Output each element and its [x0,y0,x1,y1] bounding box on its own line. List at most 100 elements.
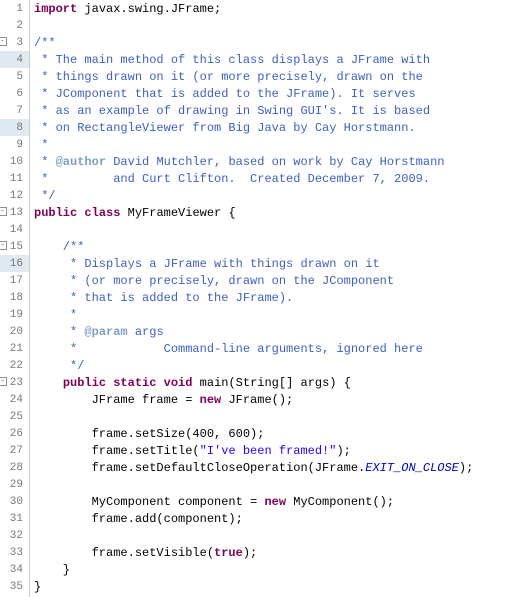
code-token [106,376,113,390]
line-number-text: 24 [10,394,23,406]
code-token: * as an example of drawing in Swing GUI'… [34,104,430,118]
line-number-text: 6 [16,88,23,100]
code-token: * (or more precisely, drawn on the JComp… [34,274,394,288]
fold-toggle-icon[interactable]: - [0,377,7,386]
line-number-text: 25 [10,411,23,423]
code-token: import [34,2,77,16]
code-token: frame.add(component); [34,512,243,526]
line-number-text: 19 [10,309,23,321]
line-number-text: 16 [10,258,23,270]
code-token: args [128,325,164,339]
code-line[interactable]: public class MyFrameViewer { [34,204,519,221]
code-line[interactable]: * Displays a JFrame with things drawn on… [34,255,519,272]
line-number: 26 [0,425,29,442]
code-line[interactable]: * as an example of drawing in Swing GUI'… [34,102,519,119]
line-number: 11 [0,170,29,187]
line-number-text: 31 [10,513,23,525]
code-token [156,376,163,390]
line-number-text: 2 [16,20,23,32]
code-token: public [63,376,106,390]
code-line[interactable] [34,476,519,493]
line-number-text: 5 [16,71,23,83]
line-number-text: 15 [10,241,23,253]
line-number: 3- [0,34,29,51]
fold-toggle-icon[interactable]: - [0,241,7,250]
line-number: 15- [0,238,29,255]
line-number-text: 33 [10,547,23,559]
code-line[interactable]: frame.setSize(400, 600); [34,425,519,442]
line-number-text: 13 [10,207,23,219]
code-token: } [34,563,70,577]
code-line[interactable]: * Command-line arguments, ignored here [34,340,519,357]
code-editor[interactable]: 123-45678910111213-1415-1617181920212223… [0,0,519,597]
line-number: 8 [0,119,29,136]
line-number-text: 18 [10,292,23,304]
code-token: EXIT_ON_CLOSE [365,461,459,475]
line-number: 32 [0,527,29,544]
code-line[interactable]: frame.setTitle("I've been framed!"); [34,442,519,459]
code-line[interactable]: frame.setDefaultCloseOperation(JFrame.EX… [34,459,519,476]
code-area[interactable]: import javax.swing.JFrame; /** * The main… [30,0,519,597]
line-number: 5 [0,68,29,85]
line-number: 18 [0,289,29,306]
line-number: 1 [0,0,29,17]
code-line[interactable] [34,527,519,544]
code-line[interactable] [34,17,519,34]
code-line[interactable]: * @param args [34,323,519,340]
code-line[interactable]: * and Curt Clifton. Created December 7, … [34,170,519,187]
code-line[interactable]: } [34,578,519,595]
code-token: * on RectangleViewer from Big Java by Ca… [34,121,416,135]
code-line[interactable]: import javax.swing.JFrame; [34,0,519,17]
code-line[interactable]: MyComponent component = new MyComponent(… [34,493,519,510]
line-number: 22 [0,357,29,374]
code-token: * that is added to the JFrame). [34,291,293,305]
code-line[interactable]: frame.setVisible(true); [34,544,519,561]
line-number: 27 [0,442,29,459]
code-token: */ [34,189,56,203]
code-line[interactable]: * [34,136,519,153]
line-number-text: 4 [16,54,23,66]
code-line[interactable] [34,221,519,238]
code-line[interactable]: */ [34,357,519,374]
line-number: 31 [0,510,29,527]
code-line[interactable]: * [34,306,519,323]
code-token: /** [34,36,56,50]
fold-toggle-icon[interactable]: - [0,207,7,216]
code-token: true [214,546,243,560]
line-number-text: 8 [16,122,23,134]
code-token: * [34,155,56,169]
code-token: * and Curt Clifton. Created December 7, … [34,172,430,186]
code-token: frame.setTitle( [34,444,200,458]
code-line[interactable]: * things drawn on it (or more precisely,… [34,68,519,85]
line-number-text: 10 [10,156,23,168]
code-line[interactable]: * (or more precisely, drawn on the JComp… [34,272,519,289]
code-token: * Displays a JFrame with things drawn on… [34,257,380,271]
code-line[interactable] [34,408,519,425]
line-number: 23- [0,374,29,391]
code-line[interactable]: * @author David Mutchler, based on work … [34,153,519,170]
code-line[interactable]: * JComponent that is added to the JFrame… [34,85,519,102]
code-token: JFrame(); [221,393,293,407]
code-token: David Mutchler, based on work by Cay Hor… [106,155,444,169]
code-line[interactable]: * on RectangleViewer from Big Java by Ca… [34,119,519,136]
code-line[interactable]: } [34,561,519,578]
code-token: MyComponent component = [34,495,264,509]
code-line[interactable]: /** [34,238,519,255]
code-token: * [34,325,84,339]
line-number: 13- [0,204,29,221]
code-line[interactable]: frame.add(component); [34,510,519,527]
code-line[interactable]: /** [34,34,519,51]
code-line[interactable]: JFrame frame = new JFrame(); [34,391,519,408]
line-number: 12 [0,187,29,204]
line-number: 33 [0,544,29,561]
code-line[interactable]: * The main method of this class displays… [34,51,519,68]
code-line[interactable]: */ [34,187,519,204]
code-token: } [34,580,41,594]
code-token: new [200,393,222,407]
code-token: */ [34,359,84,373]
line-number: 24 [0,391,29,408]
line-number-text: 30 [10,496,23,508]
code-line[interactable]: * that is added to the JFrame). [34,289,519,306]
fold-toggle-icon[interactable]: - [0,37,7,46]
code-line[interactable]: public static void main(String[] args) { [34,374,519,391]
